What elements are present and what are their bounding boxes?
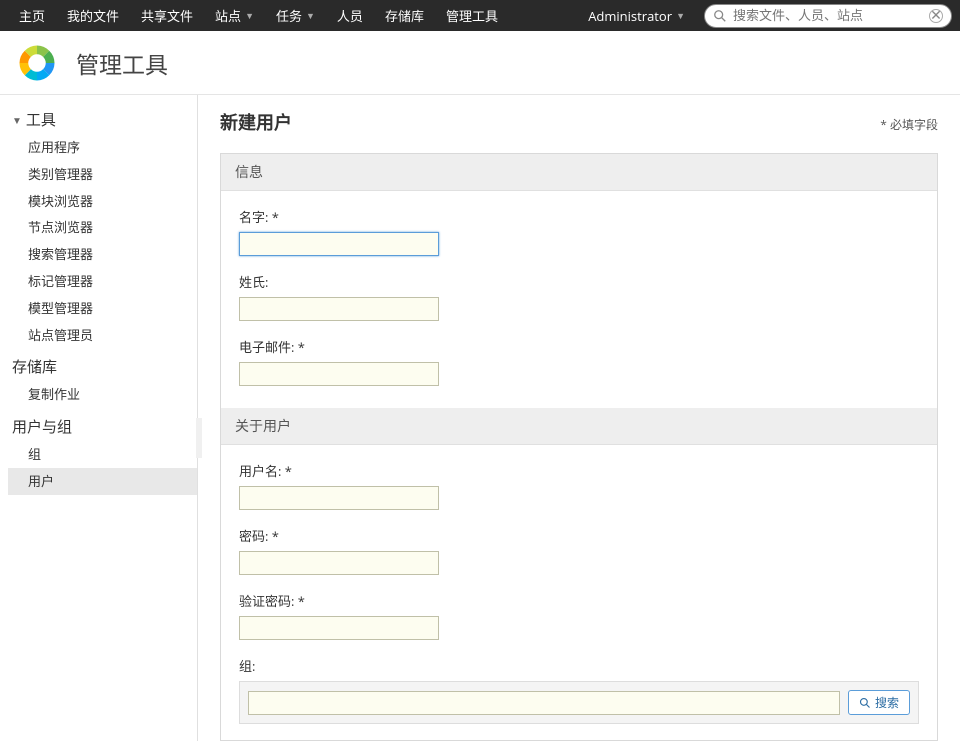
sidebar: ▼工具 应用程序 类别管理器 模块浏览器 节点浏览器 搜索管理器 标记管理器 模… [0,95,198,741]
caret-down-icon: ▼ [245,9,254,22]
sidebar-item-groups[interactable]: 组 [8,441,197,468]
label-password: 密码: * [239,526,919,545]
section-heading-about-user: 关于用户 [221,408,937,445]
top-navbar: 主页 我的文件 共享文件 站点▼ 任务▼ 人员 存储库 管理工具 Adminis… [0,0,960,31]
nav-shared-files[interactable]: 共享文件 [130,0,204,31]
input-verify-password[interactable] [239,616,439,640]
alfresco-logo-icon [16,42,58,84]
sidebar-item-tag-manager[interactable]: 标记管理器 [8,268,197,295]
sidebar-resize-handle[interactable] [196,418,202,458]
nav-people[interactable]: 人员 [326,0,374,31]
topnav-left: 主页 我的文件 共享文件 站点▼ 任务▼ 人员 存储库 管理工具 [8,0,577,31]
new-user-form: 信息 名字: * 姓氏: 电子邮件: * 关于用户 用户名: * 密码: * 验… [220,153,938,741]
sidebar-item-application[interactable]: 应用程序 [8,134,197,161]
sidebar-section-tools[interactable]: ▼工具 [8,105,197,134]
content-header-row: 新建用户 * 必填字段 [220,109,938,135]
sidebar-item-users[interactable]: 用户 [8,468,197,495]
label-verify-password: 验证密码: * [239,591,919,610]
input-group-search[interactable] [248,691,840,715]
clear-search-icon[interactable]: ✕ [929,9,943,23]
sidebar-item-module-browser[interactable]: 模块浏览器 [8,188,197,215]
search-icon [859,697,871,709]
group-search-button[interactable]: 搜索 [848,690,910,715]
sidebar-section-users-groups[interactable]: 用户与组 [8,412,197,441]
input-password[interactable] [239,551,439,575]
label-username: 用户名: * [239,461,919,480]
page-title: 管理工具 [76,46,168,80]
triangle-down-icon: ▼ [12,113,22,127]
input-lastname[interactable] [239,297,439,321]
search-icon [713,9,727,23]
nav-admin-tools[interactable]: 管理工具 [435,0,509,31]
sidebar-item-category-manager[interactable]: 类别管理器 [8,161,197,188]
content-area: 新建用户 * 必填字段 信息 名字: * 姓氏: 电子邮件: * 关于用户 用户… [198,95,960,741]
nav-repository[interactable]: 存储库 [374,0,435,31]
page-header: 管理工具 [0,31,960,95]
nav-home[interactable]: 主页 [8,0,56,31]
main-area: ▼工具 应用程序 类别管理器 模块浏览器 节点浏览器 搜索管理器 标记管理器 模… [0,95,960,741]
user-menu[interactable]: Administrator▼ [577,0,696,31]
nav-tasks[interactable]: 任务▼ [265,0,326,31]
caret-down-icon: ▼ [306,9,315,22]
required-fields-note: * 必填字段 [880,116,938,133]
caret-down-icon: ▼ [676,9,685,22]
group-search-row: 搜索 [239,681,919,724]
sidebar-item-replication-jobs[interactable]: 复制作业 [8,381,197,408]
input-email[interactable] [239,362,439,386]
nav-my-files[interactable]: 我的文件 [56,0,130,31]
input-firstname[interactable] [239,232,439,256]
content-title: 新建用户 [220,109,292,135]
global-search[interactable]: ✕ [704,4,952,28]
sidebar-section-repository[interactable]: 存储库 [8,352,197,381]
input-username[interactable] [239,486,439,510]
sidebar-item-node-browser[interactable]: 节点浏览器 [8,214,197,241]
section-heading-info: 信息 [221,154,937,191]
nav-sites[interactable]: 站点▼ [204,0,265,31]
label-firstname: 名字: * [239,207,919,226]
sidebar-item-search-manager[interactable]: 搜索管理器 [8,241,197,268]
label-groups: 组: [239,656,919,675]
label-email: 电子邮件: * [239,337,919,356]
label-lastname: 姓氏: [239,272,919,291]
sidebar-item-model-manager[interactable]: 模型管理器 [8,295,197,322]
sidebar-item-site-admin[interactable]: 站点管理员 [8,322,197,349]
global-search-input[interactable] [733,8,929,23]
